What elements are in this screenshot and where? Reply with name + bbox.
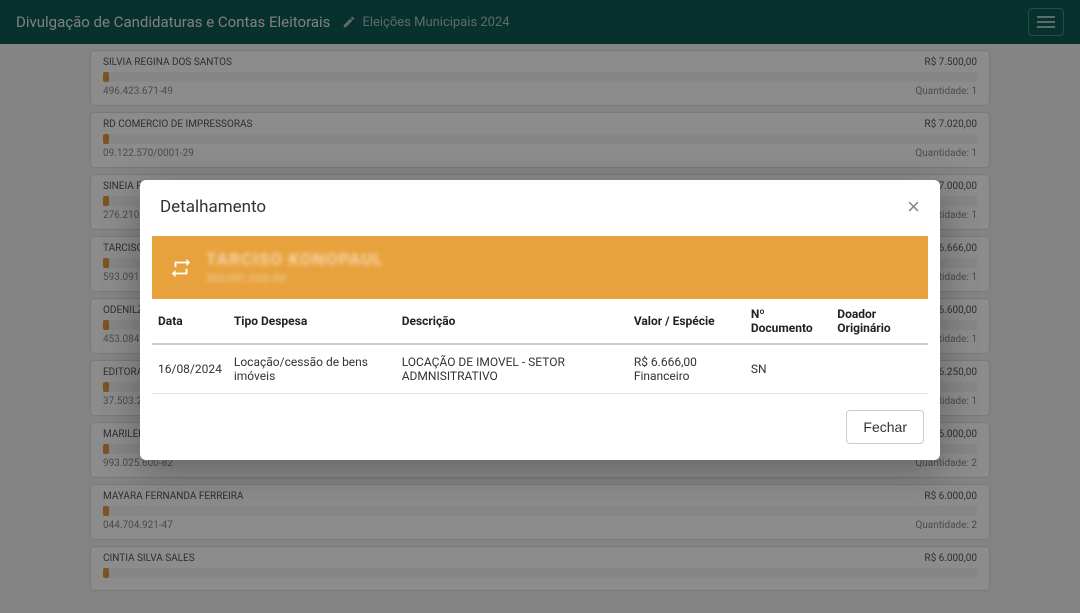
th-valor: Valor / Espécie bbox=[628, 299, 745, 344]
th-data: Data bbox=[152, 299, 228, 344]
cell-tipo: Locação/cessão de bens imóveis bbox=[228, 344, 396, 394]
modal-banner: TARCISO KONOPAUL 593.091.XXX-XX bbox=[152, 236, 928, 299]
transfer-icon bbox=[170, 257, 192, 279]
cell-doador bbox=[831, 344, 928, 394]
cell-descricao: LOCAÇÃO DE IMOVEL - SETOR ADMNISITRATIVO bbox=[396, 344, 628, 394]
detail-table: Data Tipo Despesa Descrição Valor / Espé… bbox=[152, 299, 928, 394]
close-button[interactable]: Fechar bbox=[846, 410, 924, 444]
th-ndoc: Nº Documento bbox=[745, 299, 831, 344]
modal-overlay: Detalhamento × TARCISO KONOPAUL 593.091.… bbox=[0, 0, 1080, 613]
modal-header: Detalhamento × bbox=[140, 180, 940, 230]
cell-valor: R$ 6.666,00 Financeiro bbox=[628, 344, 745, 394]
cell-ndoc: SN bbox=[745, 344, 831, 394]
banner-text: TARCISO KONOPAUL 593.091.XXX-XX bbox=[206, 250, 384, 285]
modal-title: Detalhamento bbox=[160, 197, 266, 217]
th-tipo: Tipo Despesa bbox=[228, 299, 396, 344]
banner-doc: 593.091.XXX-XX bbox=[206, 272, 384, 285]
banner-name: TARCISO KONOPAUL bbox=[206, 250, 384, 270]
th-descricao: Descrição bbox=[396, 299, 628, 344]
cell-data: 16/08/2024 bbox=[152, 344, 228, 394]
modal-footer: Fechar bbox=[140, 394, 940, 444]
close-icon[interactable]: × bbox=[907, 196, 920, 218]
detail-modal: Detalhamento × TARCISO KONOPAUL 593.091.… bbox=[140, 180, 940, 460]
th-doador: Doador Originário bbox=[831, 299, 928, 344]
table-row: 16/08/2024 Locação/cessão de bens imóvei… bbox=[152, 344, 928, 394]
